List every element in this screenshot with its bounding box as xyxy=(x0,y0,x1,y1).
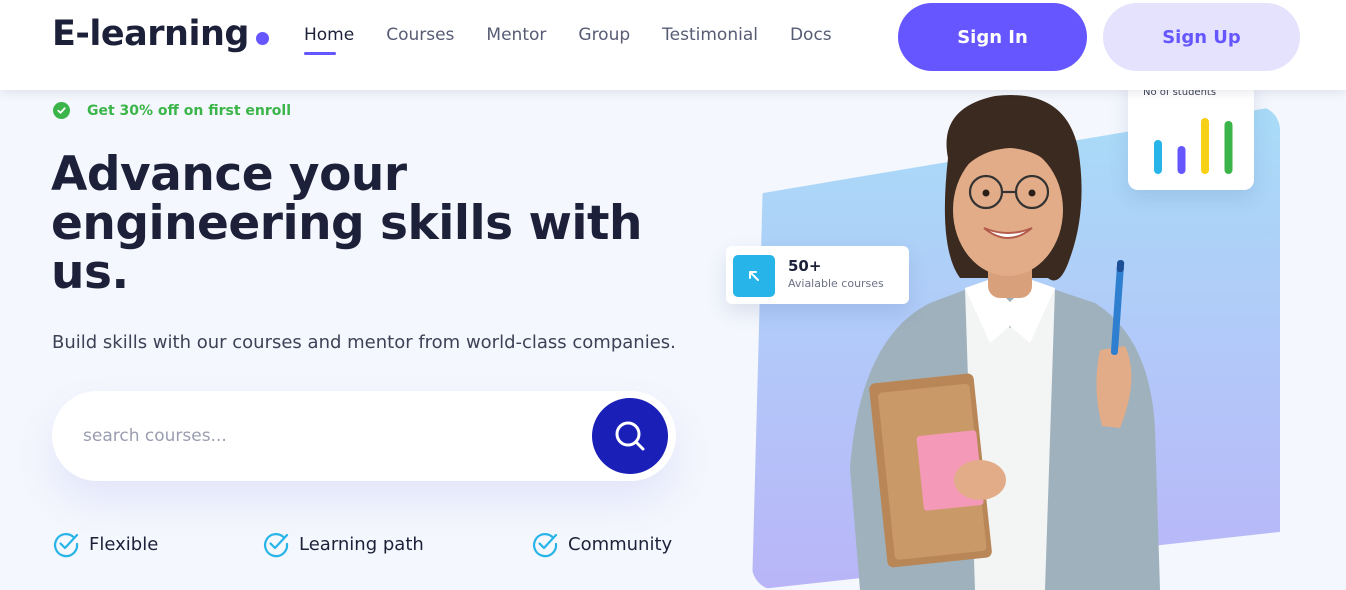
nav-item-testimonial[interactable]: Testimonial xyxy=(662,25,758,45)
courses-label: Avialable courses xyxy=(788,277,884,290)
courses-count: 50+ xyxy=(788,257,822,275)
main-nav: Home Courses Mentor Group Testimonial Do… xyxy=(304,25,832,55)
feature-label: Learning path xyxy=(299,533,424,555)
nav-item-label: Group xyxy=(578,25,631,45)
courses-stat-card: 50+ Avialable courses xyxy=(726,246,909,304)
sign-in-button[interactable]: Sign In xyxy=(898,3,1087,71)
arrow-up-left-icon xyxy=(733,255,775,297)
nav-item-label: Docs xyxy=(789,25,832,45)
nav-item-home[interactable]: Home xyxy=(304,25,355,55)
hero-subtitle: Build skills with our courses and mentor… xyxy=(52,332,676,353)
feature-list: Flexible Learning path Community xyxy=(52,530,692,560)
student-bar xyxy=(1224,121,1233,174)
search-icon xyxy=(615,421,645,451)
search-button[interactable] xyxy=(592,398,668,474)
nav-item-label: Home xyxy=(304,25,355,45)
search-bar xyxy=(52,391,676,481)
feature-label: Flexible xyxy=(89,533,159,555)
sign-up-button[interactable]: Sign Up xyxy=(1103,3,1300,71)
nav-item-group[interactable]: Group xyxy=(578,25,630,45)
feature-community: Community xyxy=(531,530,672,558)
nav-item-mentor[interactable]: Mentor xyxy=(486,25,546,45)
logo-dot-icon xyxy=(255,32,269,45)
nav-item-label: Courses xyxy=(386,25,455,45)
student-bar xyxy=(1201,118,1209,174)
hero-title: Advance your engineering skills with us. xyxy=(51,147,642,300)
student-bar xyxy=(1177,146,1186,174)
top-navbar: E-learning Home Courses Mentor Group Tes… xyxy=(0,0,1346,90)
promo-banner: Get 30% off on first enroll xyxy=(53,102,291,119)
logo[interactable]: E-learning xyxy=(52,14,269,54)
check-circle-icon xyxy=(53,533,79,558)
check-circle-icon xyxy=(263,533,289,558)
nav-item-docs[interactable]: Docs xyxy=(790,25,832,45)
logo-text: E-learning xyxy=(52,14,249,54)
nav-item-label: Testimonial xyxy=(662,25,758,45)
feature-label: Community xyxy=(568,533,673,555)
feature-learning-path: Learning path xyxy=(262,530,424,558)
active-nav-indicator xyxy=(304,52,336,55)
feature-flexible: Flexible xyxy=(52,530,158,558)
student-bar xyxy=(1154,140,1162,174)
check-badge-icon xyxy=(53,102,70,119)
promo-text: Get 30% off on first enroll xyxy=(87,102,291,119)
nav-item-label: Mentor xyxy=(486,25,547,45)
search-input[interactable] xyxy=(83,419,563,453)
check-circle-icon xyxy=(532,533,558,558)
nav-item-courses[interactable]: Courses xyxy=(386,25,454,45)
